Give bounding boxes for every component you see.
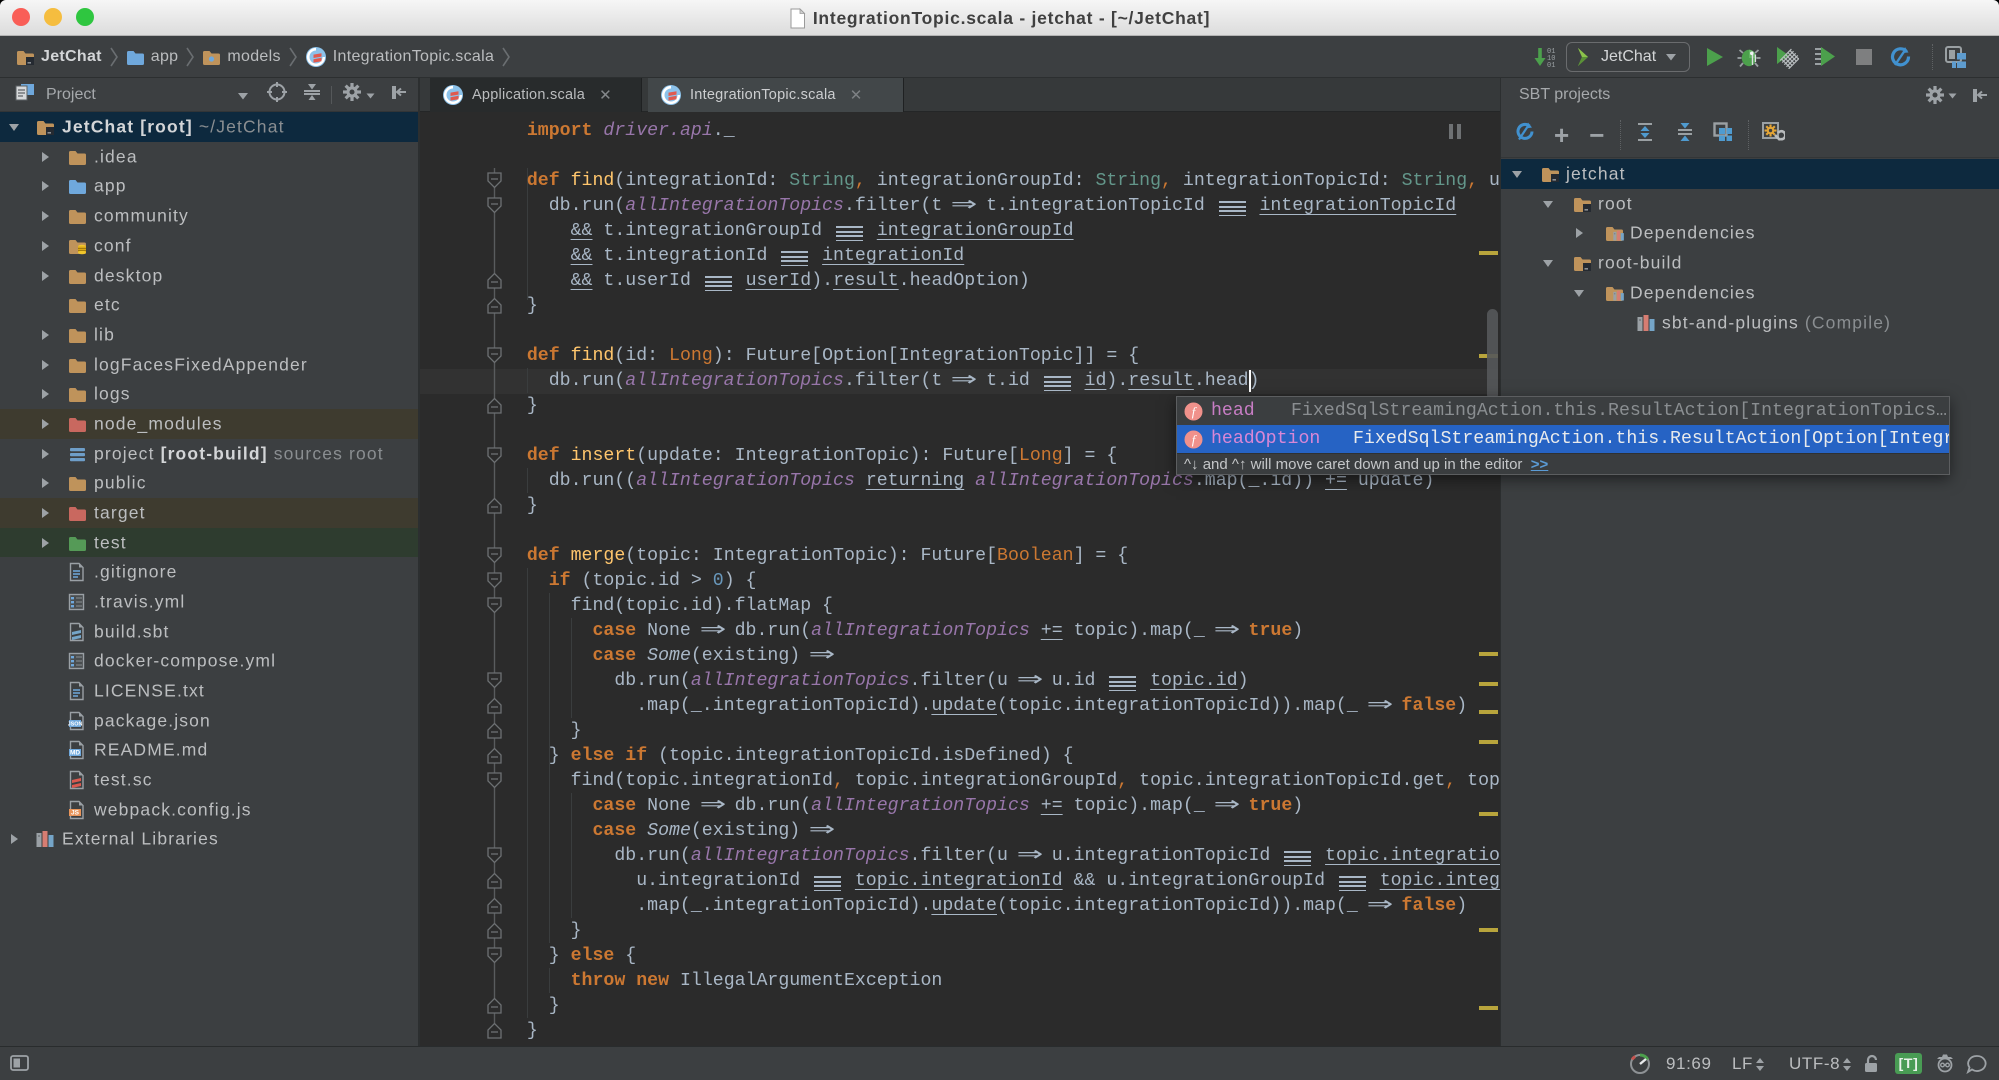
svg-text:JSON: JSON <box>68 721 82 727</box>
svg-text:MD: MD <box>70 750 80 757</box>
svg-text:JS: JS <box>71 809 80 816</box>
svg-text:01: 01 <box>1547 62 1555 69</box>
